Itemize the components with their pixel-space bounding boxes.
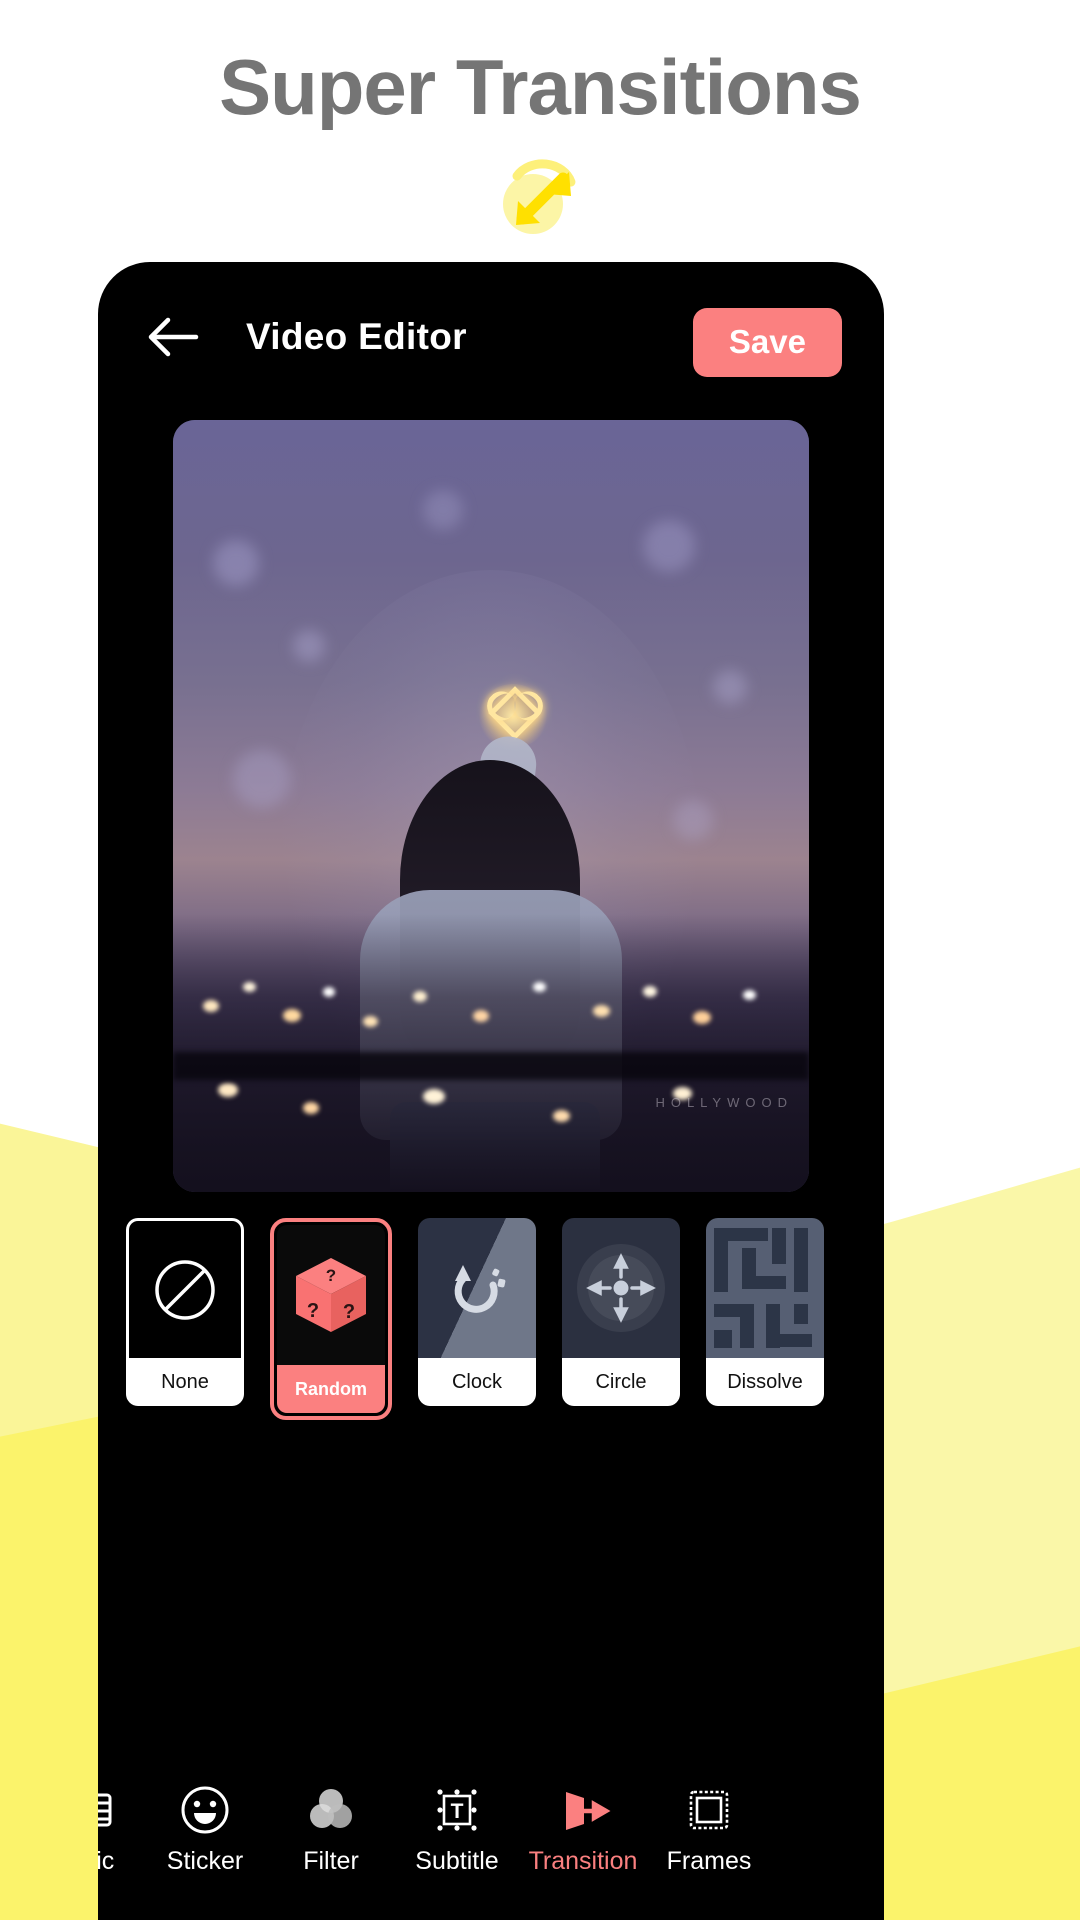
nav-label: Filter — [303, 1846, 359, 1875]
page-title: Super Transitions — [219, 43, 862, 131]
arrow-left-icon — [148, 317, 199, 357]
svg-text:?: ? — [326, 1266, 336, 1285]
nav-item-filter[interactable]: Filter — [268, 1779, 394, 1876]
transition-arrow-icon — [520, 1779, 646, 1841]
nav-item-music[interactable]: sic — [98, 1779, 142, 1876]
diagonal-resize-arrow-icon — [475, 152, 605, 242]
preview-watermark: HOLLYWOOD — [655, 1095, 793, 1110]
transition-label: Circle — [562, 1358, 680, 1406]
horizon-band — [173, 1052, 809, 1080]
picture-frame-icon — [646, 1779, 772, 1841]
svg-text:?: ? — [343, 1301, 355, 1323]
nav-item-frames[interactable]: Frames — [646, 1779, 772, 1876]
nav-label: sic — [98, 1846, 115, 1875]
bottom-toolbar[interactable]: sic Sticker Filter — [98, 1732, 884, 1920]
video-preview[interactable]: HOLLYWOOD — [173, 420, 809, 1192]
bokeh-dot — [423, 490, 463, 530]
four-way-arrows-icon — [577, 1244, 665, 1332]
nav-label: Frames — [666, 1846, 752, 1875]
phone-mockup: Video Editor Save HOLLYWOOD None ? ? ? R… — [98, 262, 884, 1920]
svg-text:?: ? — [307, 1300, 319, 1322]
transition-label: Random — [277, 1365, 385, 1413]
nav-item-transition[interactable]: Transition — [520, 1779, 646, 1876]
nav-label: Subtitle — [415, 1846, 499, 1875]
transition-label: Dissolve — [706, 1358, 824, 1406]
transition-card-clock[interactable]: Clock — [418, 1218, 536, 1406]
nav-label: Sticker — [166, 1846, 244, 1875]
bokeh-dot — [643, 520, 695, 572]
transitions-strip[interactable]: None ? ? ? Random Clock Circle Dissolve — [98, 1218, 884, 1420]
app-header: Video Editor Save — [98, 262, 884, 412]
transition-card-none[interactable]: None — [126, 1218, 244, 1406]
transition-label: None — [126, 1358, 244, 1406]
question-dice-icon: ? ? ? — [296, 1258, 366, 1332]
bokeh-dot — [293, 630, 325, 662]
maze-pattern-icon — [714, 1228, 812, 1348]
nav-label: Transition — [528, 1846, 638, 1875]
transition-card-random[interactable]: ? ? ? Random — [270, 1218, 392, 1420]
bokeh-dot — [713, 670, 747, 704]
app-title: Video Editor — [246, 316, 467, 357]
transition-card-circle[interactable]: Circle — [562, 1218, 680, 1406]
save-button[interactable]: Save — [692, 308, 842, 377]
promo-header: Super Transitions — [0, 0, 1080, 242]
nav-item-sticker[interactable]: Sticker — [142, 1779, 268, 1876]
back-button[interactable] — [140, 305, 204, 369]
transition-card-dissolve[interactable]: Dissolve — [706, 1218, 824, 1406]
nav-item-subtitle[interactable]: T Subtitle — [394, 1779, 520, 1876]
svg-text:T: T — [451, 1800, 464, 1823]
bokeh-dot — [233, 750, 291, 808]
clock-rotate-icon — [454, 1265, 506, 1313]
bokeh-dot — [213, 540, 259, 586]
color-circles-icon — [268, 1779, 394, 1841]
music-icon — [98, 1779, 142, 1841]
text-box-icon: T — [394, 1779, 520, 1841]
smiley-icon — [142, 1779, 268, 1841]
circle-slash-icon — [155, 1259, 215, 1320]
transition-label: Clock — [418, 1358, 536, 1406]
